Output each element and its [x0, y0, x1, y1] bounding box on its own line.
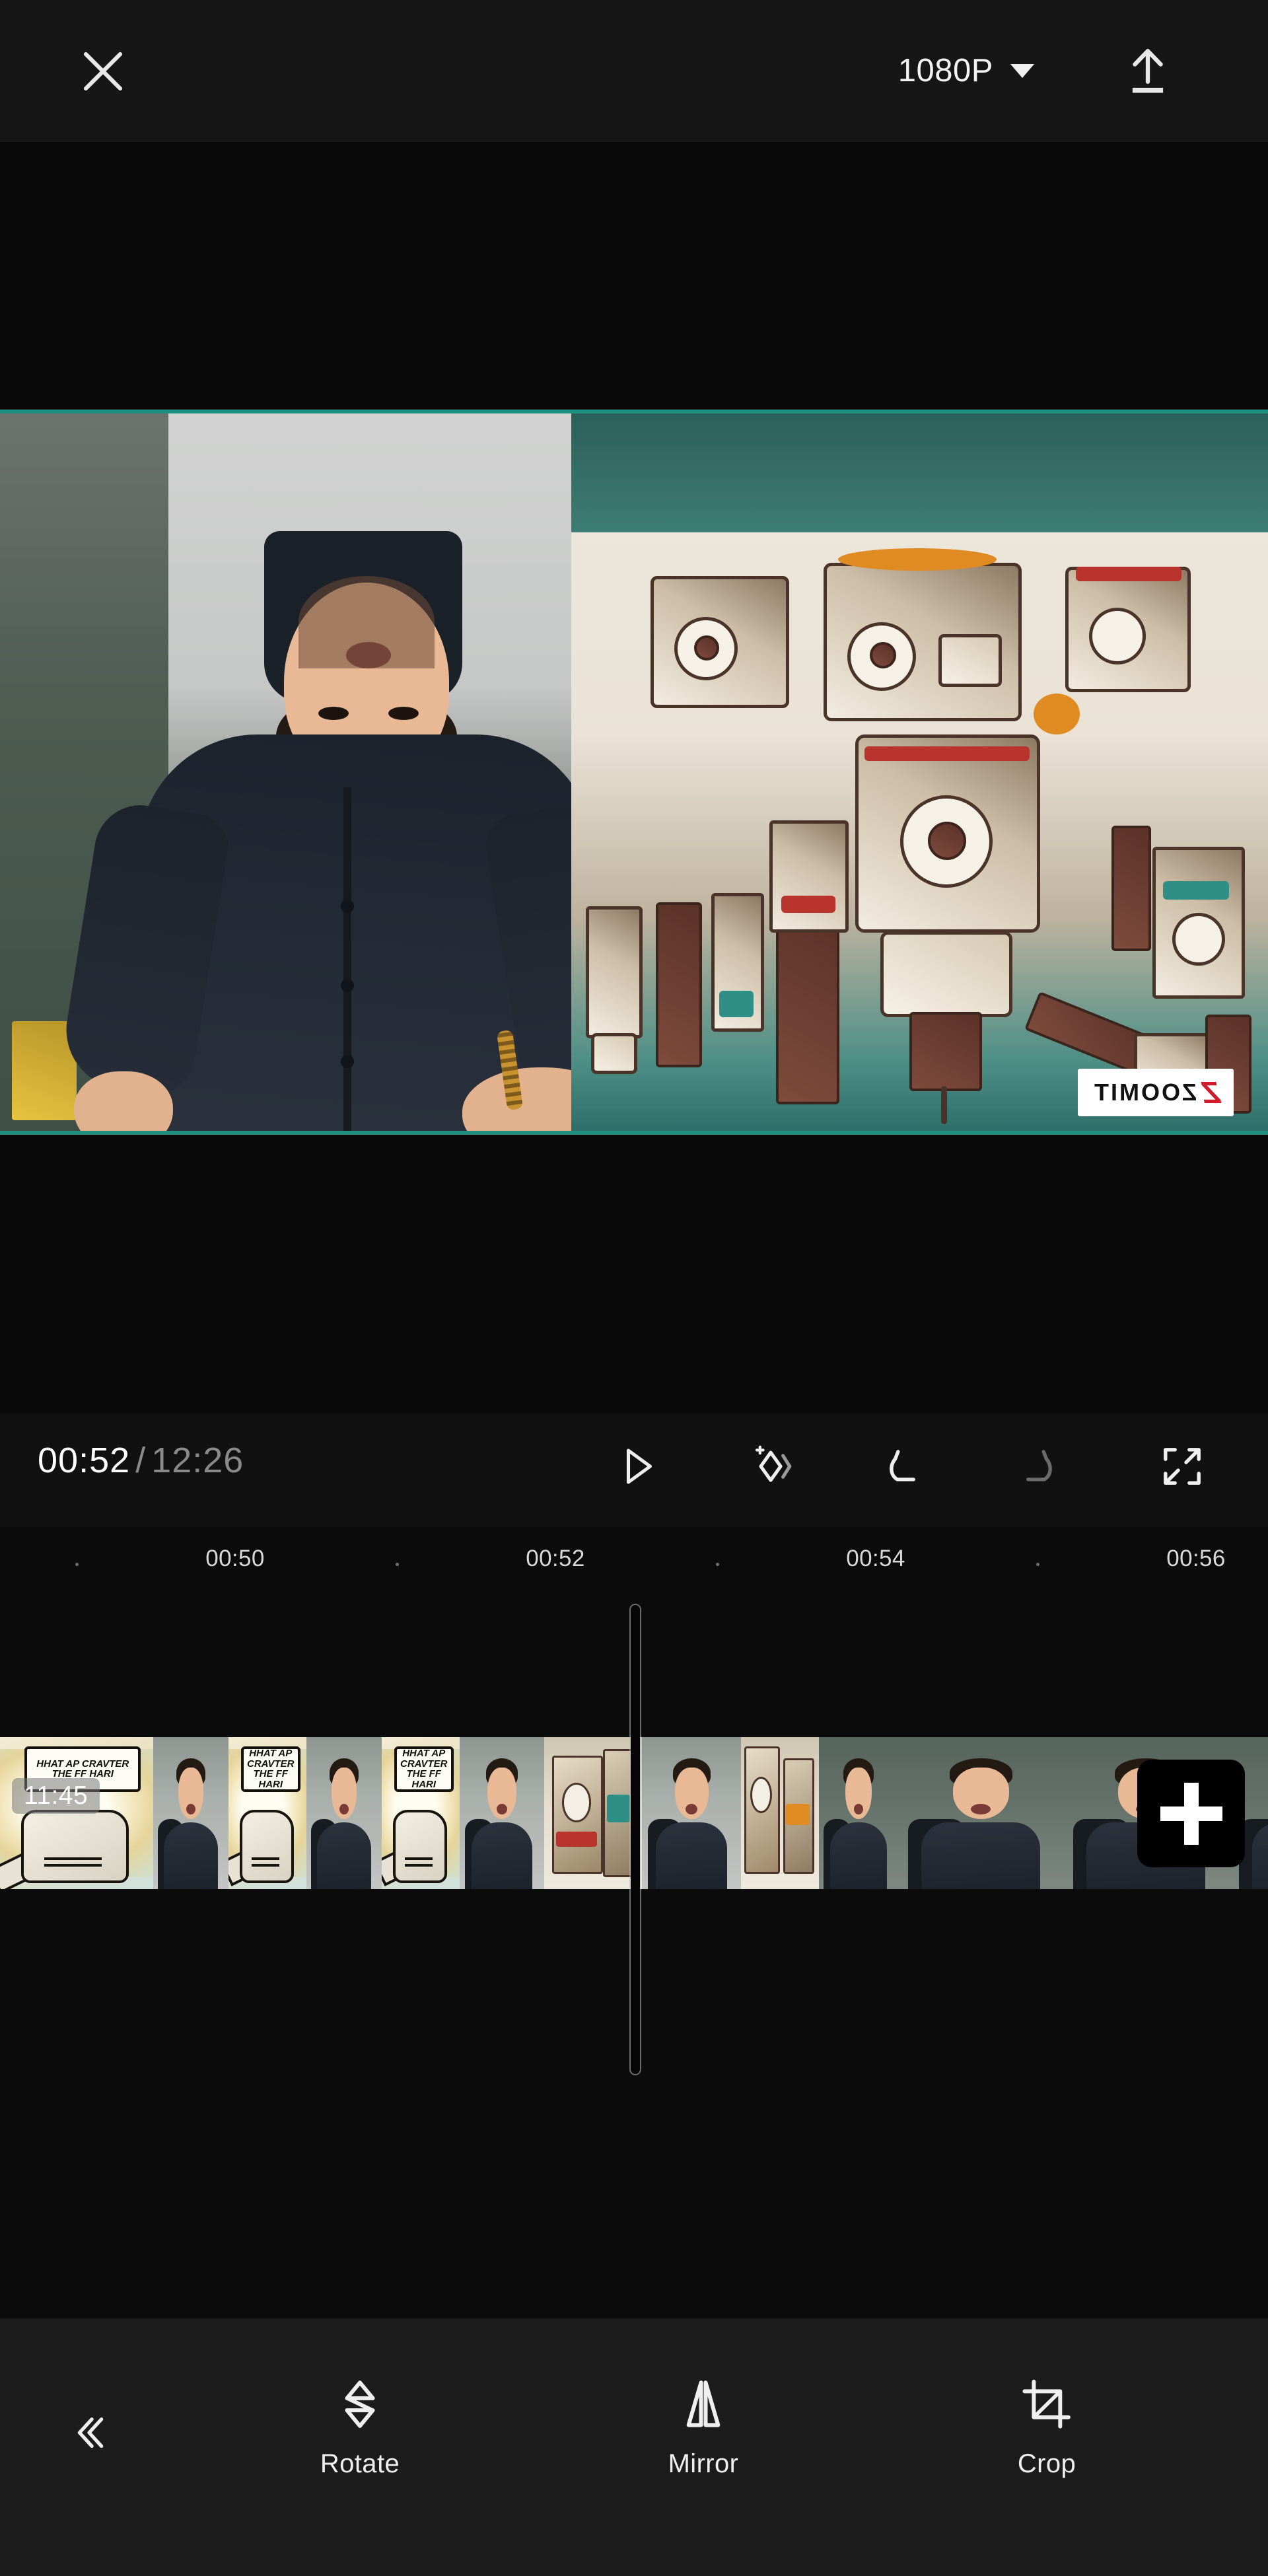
ruler-label: 00:50	[205, 1546, 265, 1571]
watermark-text: ZOOMIT	[1092, 1079, 1197, 1106]
clip-thumbnail[interactable]: HHAT AP CRAVTER THE FF HARI	[229, 1737, 306, 1889]
mirror-label: Mirror	[668, 2449, 739, 2478]
crop-icon	[1022, 2379, 1071, 2429]
clip-duration-badge: 11:45	[12, 1778, 100, 1814]
clip-thumbnail[interactable]	[898, 1737, 1063, 1889]
transport-bar: 00:52/12:26	[0, 1413, 1268, 1519]
clip-thumbnail[interactable]	[819, 1737, 898, 1889]
export-button[interactable]	[1113, 37, 1182, 106]
thumb-comic-text: HHAT AP CRAVTER THE FF HARI	[400, 1747, 448, 1791]
total-time: 12:26	[151, 1441, 244, 1480]
clip-thumbnail[interactable]: HHAT AP CRAVTER THE FF HARI	[382, 1737, 460, 1889]
upload-icon	[1132, 49, 1164, 93]
close-icon	[83, 52, 123, 91]
clip-thumbnail[interactable]	[741, 1737, 819, 1889]
clip-thumbnail[interactable]	[306, 1737, 382, 1889]
clip-thumbnail[interactable]	[153, 1737, 229, 1889]
mirror-icon	[686, 2380, 721, 2427]
time-separator: /	[135, 1441, 147, 1480]
back-button[interactable]	[53, 2396, 125, 2469]
preview-canvas-flipped: ZOOMIT Z	[0, 413, 1268, 1131]
watermark: ZOOMIT Z	[1077, 1069, 1234, 1116]
clip-thumbnail[interactable]	[460, 1737, 544, 1889]
video-preview[interactable]: ZOOMIT Z	[0, 410, 1268, 1135]
playhead[interactable]	[631, 1605, 640, 2074]
redo-icon	[1026, 1450, 1052, 1482]
mirror-tool[interactable]: Mirror	[621, 2377, 786, 2479]
timeline-ruler[interactable]: 00:50 00:52 00:54 00:56	[0, 1527, 1268, 1605]
add-clip-button[interactable]	[1137, 1760, 1245, 1867]
crop-tool[interactable]: Crop	[964, 2377, 1129, 2479]
rotate-tool[interactable]: Rotate	[277, 2377, 442, 2479]
current-time: 00:52	[38, 1441, 131, 1480]
ruler-label: 00:52	[526, 1546, 585, 1571]
ruler-label: 00:56	[1166, 1546, 1226, 1571]
clip-thumbnail[interactable]	[544, 1737, 642, 1889]
resolution-selector[interactable]: 1080P	[882, 38, 1050, 103]
close-button[interactable]	[73, 41, 133, 102]
preview-clip-presenter	[0, 413, 571, 1131]
thumb-comic-text: HHAT AP CRAVTER THE FF HARI	[247, 1747, 295, 1791]
undo-icon	[890, 1450, 915, 1482]
add-keyframe-button[interactable]	[740, 1433, 806, 1499]
play-icon	[626, 1449, 652, 1484]
time-readout: 00:52/12:26	[38, 1440, 244, 1481]
watermark-logo-icon: Z	[1207, 1075, 1220, 1110]
ruler-label: 00:54	[846, 1546, 905, 1571]
keyframe-plus-icon	[755, 1445, 792, 1482]
video-editor-screen: 1080P ZOOMIT Z 00:52 / 12:26 00:50 00:52…	[0, 0, 1268, 2576]
timeline[interactable]: 00:50 00:52 00:54 00:56 HHAT AP CRAVTER …	[0, 1527, 1268, 2318]
fullscreen-button[interactable]	[1149, 1433, 1215, 1499]
preview-stage: ZOOMIT Z	[0, 142, 1268, 1413]
play-button[interactable]	[604, 1433, 670, 1499]
thumb-comic-text: HHAT AP CRAVTER THE FF HARI	[36, 1758, 129, 1780]
chevron-down-icon	[1010, 63, 1034, 78]
double-chevron-left-icon	[77, 2417, 104, 2449]
expand-icon	[1164, 1448, 1201, 1485]
resolution-label: 1080P	[898, 53, 993, 89]
rotate-icon	[345, 2380, 375, 2428]
clip-thumbnail[interactable]	[642, 1737, 741, 1889]
bottom-toolbar: Rotate Mirror Crop	[0, 2318, 1268, 2576]
rotate-label: Rotate	[320, 2449, 400, 2478]
top-bar: 1080P	[0, 0, 1268, 142]
crop-label: Crop	[1017, 2449, 1076, 2478]
redo-button[interactable]	[1004, 1433, 1070, 1499]
plus-icon-bar	[1160, 1806, 1222, 1821]
preview-clip-robots: ZOOMIT Z	[571, 413, 1268, 1131]
undo-button[interactable]	[872, 1433, 938, 1499]
